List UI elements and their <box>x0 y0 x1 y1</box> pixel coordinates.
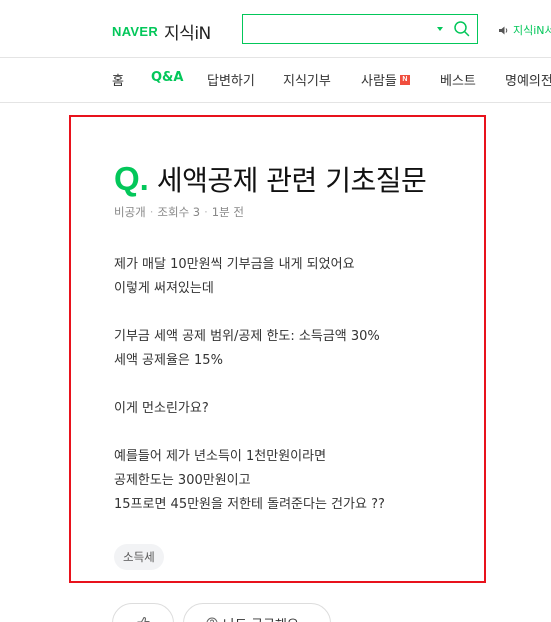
search-icon <box>454 21 470 37</box>
nav-best-label: 베스트 <box>440 74 476 89</box>
curious-too-button[interactable]: 나도 궁금해요 <box>183 603 331 622</box>
nav-answer[interactable]: 답변하기 <box>207 70 255 89</box>
curious-too-label: 나도 궁금해요 <box>223 614 299 622</box>
question-title-row: Q. 세액공제 관련 기초질문 <box>114 159 427 199</box>
main-nav: 홈 Q&A 답변하기 지식기부 사람들 N 베스트 명예의전 <box>0 59 551 103</box>
nav-qna-label: Q&A <box>151 70 184 85</box>
body-line: 공제한도는 300만원이고 <box>114 473 251 488</box>
body-line: 예를들어 제가 년소득이 1천만원이라면 <box>114 449 327 464</box>
top-header: NAVER 지식iN 지식iN서 <box>0 0 551 58</box>
new-badge: N <box>399 74 410 85</box>
body-line: 제가 매달 10만원씩 기부금을 내게 되었어요 <box>114 257 355 272</box>
nav-hall-of-fame[interactable]: 명예의전 <box>505 70 551 89</box>
question-meta: 비공개 · 조회수 3 · 1분 전 <box>114 204 244 220</box>
body-line: 이렇게 써져있는데 <box>114 281 214 296</box>
nav-home[interactable]: 홈 <box>112 70 124 89</box>
body-line: 이게 먼소린가요? <box>114 401 209 416</box>
body-line: 기부금 세액 공제 범위/공제 한도: 소득금액 30% <box>114 329 380 344</box>
posted-time: 1분 전 <box>211 205 244 219</box>
nav-people-label: 사람들 <box>361 74 397 89</box>
search-input[interactable] <box>249 19 429 39</box>
speaker-icon <box>499 26 508 34</box>
tag-chip[interactable]: 소득세 <box>114 544 164 570</box>
like-button[interactable] <box>112 603 174 622</box>
search-dropdown-icon[interactable] <box>437 27 443 31</box>
kin-link-label: 지식iN서 <box>513 24 551 37</box>
nav-qna[interactable]: Q&A <box>151 70 183 85</box>
body-line: 세액 공제율은 15% <box>114 353 223 368</box>
naver-kin-logo[interactable]: NAVER 지식iN <box>112 19 211 44</box>
nav-home-label: 홈 <box>112 74 124 89</box>
kin-logo-text[interactable]: 지식iN <box>164 19 211 44</box>
visibility-label: 비공개 <box>114 205 146 219</box>
body-paragraph: 예를들어 제가 년소득이 1천만원이라면 공제한도는 300만원이고 15프로면… <box>114 445 464 517</box>
nav-hall-of-fame-label: 명예의전 <box>505 74 551 89</box>
search-button[interactable] <box>453 20 471 38</box>
meta-separator: · <box>204 205 208 219</box>
meta-separator: · <box>149 205 154 219</box>
nav-answer-label: 답변하기 <box>207 74 255 89</box>
question-body: 제가 매달 10만원씩 기부금을 내게 되었어요 이렇게 써져있는데 기부금 세… <box>114 253 464 541</box>
search-box <box>242 14 478 44</box>
body-paragraph: 이게 먼소린가요? <box>114 397 464 421</box>
naver-logo-text[interactable]: NAVER <box>112 24 158 39</box>
view-count: 조회수 3 <box>157 205 201 219</box>
nav-donate[interactable]: 지식기부 <box>283 70 331 89</box>
body-paragraph: 기부금 세액 공제 범위/공제 한도: 소득금액 30% 세액 공제율은 15% <box>114 325 464 373</box>
body-paragraph: 제가 매달 10만원씩 기부금을 내게 되었어요 이렇게 써져있는데 <box>114 253 464 301</box>
question-title: 세액공제 관련 기초질문 <box>156 164 427 197</box>
kin-link[interactable]: 지식iN서 <box>498 22 551 38</box>
thumb-icon <box>137 616 150 622</box>
curious-icon <box>206 617 218 622</box>
question-mark-icon: Q. <box>114 160 149 197</box>
nav-people[interactable]: 사람들 N <box>361 70 410 89</box>
body-line: 15프로면 45만원을 저한테 돌려준다는 건가요 ?? <box>114 497 385 512</box>
nav-donate-label: 지식기부 <box>283 74 331 89</box>
nav-best[interactable]: 베스트 <box>440 70 476 89</box>
question-card: Q. 세액공제 관련 기초질문 비공개 · 조회수 3 · 1분 전 제가 매달… <box>69 115 486 583</box>
